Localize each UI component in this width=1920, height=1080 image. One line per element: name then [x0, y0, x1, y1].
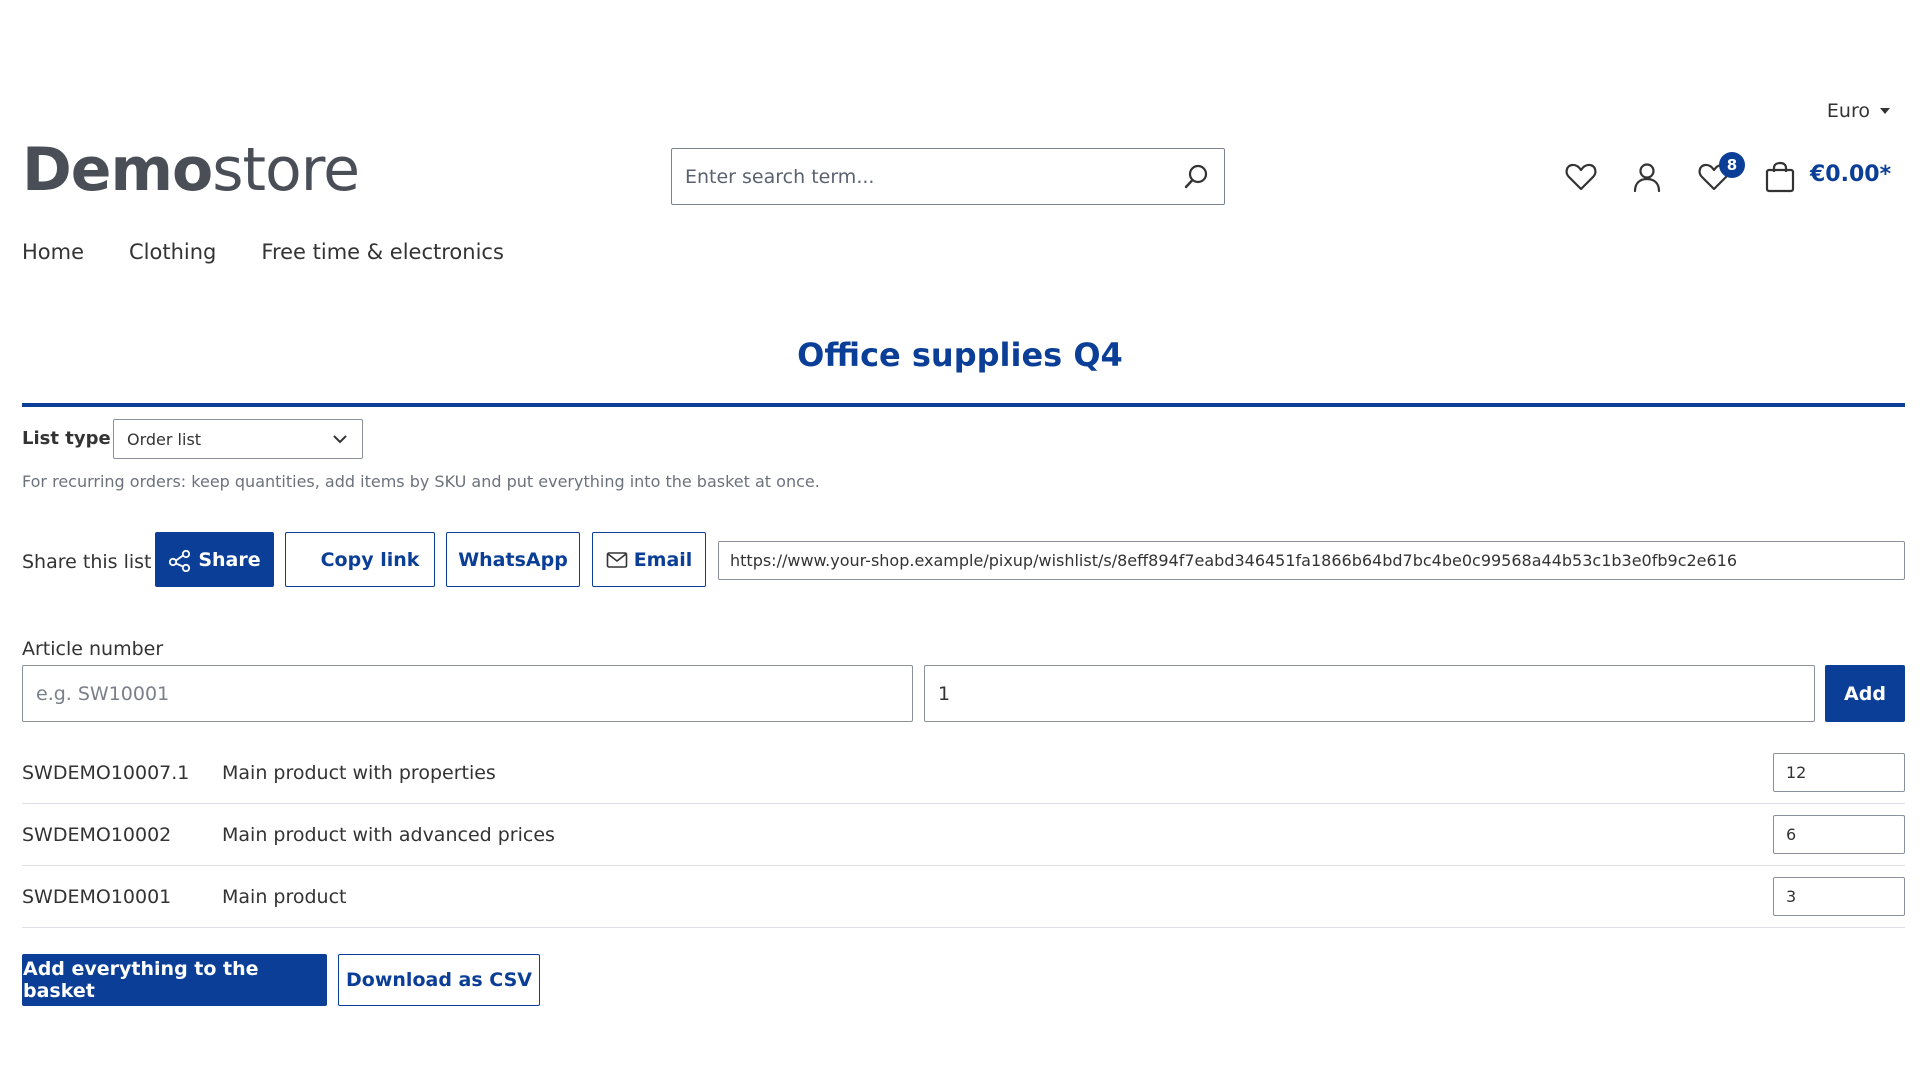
table-row: SWDEMO10001 Main product 3	[22, 866, 1905, 928]
download-csv-button[interactable]: Download as CSV	[338, 954, 540, 1006]
account-icon[interactable]	[1630, 160, 1664, 194]
cart-total[interactable]: €0.00*	[1810, 162, 1891, 187]
currency-label: Euro	[1826, 100, 1870, 122]
share-label: Share this list	[22, 551, 152, 573]
list-hint-text: For recurring orders: keep quantities, a…	[22, 472, 820, 491]
logo[interactable]: Demo store	[22, 135, 360, 205]
table-row: SWDEMO10002 Main product with advanced p…	[22, 804, 1905, 866]
caret-down-icon	[1880, 108, 1890, 114]
list-type-select[interactable]: Order list	[113, 419, 363, 459]
main-nav: Home Clothing Free time & electronics	[22, 240, 504, 264]
download-csv-label: Download as CSV	[346, 969, 532, 991]
list-type-value: Order list	[127, 429, 202, 449]
row-sku: SWDEMO10001	[22, 885, 172, 908]
share-url-text: https://www.your-shop.example/pixup/wish…	[730, 551, 1738, 570]
add-button[interactable]: Add	[1825, 665, 1905, 722]
mail-icon	[606, 551, 628, 569]
email-button[interactable]: Email	[592, 532, 706, 587]
currency-selector[interactable]: Euro	[1827, 100, 1890, 122]
nav-item-clothing[interactable]: Clothing	[129, 240, 216, 264]
article-number-field	[22, 665, 913, 722]
list-type-label: List type	[22, 428, 111, 449]
whatsapp-button[interactable]: WhatsApp	[446, 532, 580, 587]
row-product-name: Main product	[222, 885, 347, 908]
row-product-name: Main product with properties	[222, 761, 496, 784]
nav-item-free-time-electronics[interactable]: Free time & electronics	[261, 240, 504, 264]
title-divider	[22, 403, 1905, 407]
share-button-label: Share	[198, 548, 261, 571]
logo-bold-text: Demo	[22, 135, 213, 205]
row-product-name: Main product with advanced prices	[222, 823, 555, 846]
add-all-to-basket-button[interactable]: Add everything to the basket	[22, 954, 327, 1006]
search-input[interactable]	[685, 165, 1181, 188]
row-quantity-input[interactable]: 3	[1773, 877, 1905, 916]
share-button[interactable]: Share	[155, 532, 274, 587]
quantity-field	[924, 665, 1815, 722]
nav-item-home[interactable]: Home	[22, 240, 84, 264]
search-bar	[671, 148, 1225, 205]
search-icon[interactable]	[1181, 162, 1211, 192]
share-icon	[168, 548, 192, 572]
page-title: Office supplies Q4	[797, 336, 1123, 374]
article-number-input[interactable]	[36, 682, 899, 705]
row-quantity-input[interactable]: 6	[1773, 815, 1905, 854]
row-sku: SWDEMO10007.1	[22, 761, 190, 784]
table-row: SWDEMO10007.1 Main product with properti…	[22, 742, 1905, 804]
add-button-label: Add	[1844, 682, 1886, 705]
article-number-label: Article number	[22, 638, 164, 660]
email-label: Email	[633, 548, 693, 571]
whatsapp-label: WhatsApp	[458, 548, 568, 571]
share-url-field[interactable]: https://www.your-shop.example/pixup/wish…	[718, 541, 1905, 580]
add-all-label: Add everything to the basket	[23, 958, 259, 1002]
copy-link-label: Copy link	[320, 548, 420, 571]
logo-light-text: store	[212, 135, 360, 205]
row-sku: SWDEMO10002	[22, 823, 172, 846]
row-quantity-input[interactable]: 12	[1773, 753, 1905, 792]
cart-bag-icon[interactable]	[1763, 160, 1797, 194]
quantity-input[interactable]	[938, 682, 1801, 705]
chevron-down-icon	[332, 434, 348, 444]
wishlist-heart-icon[interactable]	[1564, 160, 1598, 194]
wishlist-count-badge: 8	[1719, 152, 1745, 178]
copy-link-button[interactable]: Copy link	[285, 532, 435, 587]
